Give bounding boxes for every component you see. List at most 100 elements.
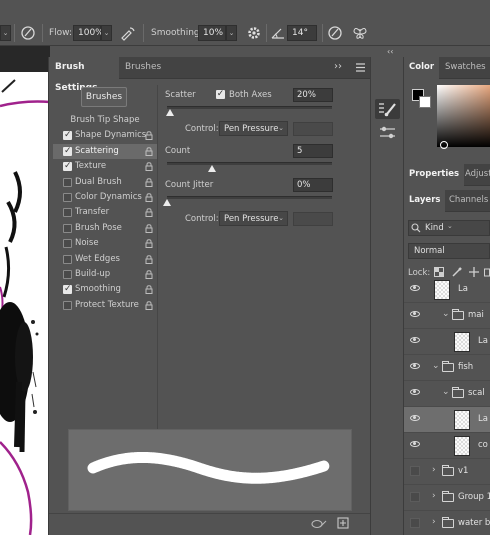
airbrush-icon[interactable] bbox=[120, 25, 136, 41]
eye-icon[interactable] bbox=[410, 441, 420, 447]
count-jitter-value-input[interactable]: 0% bbox=[293, 178, 333, 192]
brush-option-wet-edges[interactable]: Wet Edges bbox=[53, 252, 157, 267]
brush-option-texture[interactable]: Texture bbox=[53, 159, 157, 174]
brush-settings-icon[interactable] bbox=[375, 99, 400, 119]
scatter-slider-thumb[interactable] bbox=[166, 109, 175, 116]
lock-icon[interactable] bbox=[145, 239, 153, 249]
scatter-value-input[interactable]: 20% bbox=[293, 88, 333, 102]
brush-preset-dropdown[interactable]: ⌄ bbox=[0, 25, 11, 41]
tab-channels[interactable]: Channels bbox=[444, 190, 490, 212]
brush-option-checkbox[interactable] bbox=[63, 254, 72, 264]
brush-option-checkbox[interactable] bbox=[63, 144, 72, 159]
chevron-icon[interactable]: › bbox=[432, 465, 436, 475]
brush-option-color-dynamics[interactable]: Color Dynamics bbox=[53, 190, 157, 205]
eye-icon[interactable] bbox=[410, 285, 420, 291]
blend-mode-select[interactable]: Normal bbox=[408, 243, 490, 259]
visibility-toggle[interactable] bbox=[410, 518, 420, 528]
brushes-button[interactable]: Brushes bbox=[81, 87, 127, 107]
gear-icon[interactable] bbox=[246, 25, 262, 41]
lock-icon[interactable] bbox=[145, 147, 153, 156]
brush-option-brush-tip-shape[interactable]: Brush Tip Shape bbox=[53, 113, 157, 128]
brush-option-checkbox[interactable] bbox=[63, 300, 72, 310]
angle-input[interactable]: 14° bbox=[287, 25, 317, 41]
scatter-control-select[interactable]: Pen Pressure ⌄ bbox=[219, 121, 288, 136]
pressure-opacity-icon[interactable] bbox=[20, 25, 36, 41]
brush-option-scattering[interactable]: Scattering bbox=[53, 143, 157, 160]
layer-row[interactable]: co bbox=[404, 433, 490, 459]
scatter-slider-track[interactable] bbox=[167, 106, 332, 109]
tab-color[interactable]: Color bbox=[404, 57, 440, 79]
brush-option-checkbox[interactable] bbox=[63, 128, 72, 143]
background-color-swatch[interactable] bbox=[419, 96, 431, 108]
document-canvas[interactable] bbox=[0, 72, 50, 535]
tab-adjustments[interactable]: Adjust bbox=[460, 164, 490, 186]
tab-properties[interactable]: Properties bbox=[404, 164, 465, 186]
toggle-live-tip-preview-icon[interactable] bbox=[311, 518, 327, 530]
lock-icon[interactable] bbox=[145, 300, 153, 310]
layer-group-row[interactable]: ⌄ mai bbox=[404, 303, 490, 329]
lock-icon[interactable] bbox=[145, 162, 153, 172]
pressure-size-icon[interactable] bbox=[327, 25, 343, 41]
brush-option-smoothing[interactable]: Smoothing bbox=[53, 282, 157, 297]
collapse-dock-icon[interactable]: ‹‹ bbox=[387, 47, 393, 56]
tab-brushes[interactable]: Brushes bbox=[119, 57, 167, 79]
layer-filter-select[interactable]: Kind ⌄ bbox=[408, 220, 490, 236]
lock-icon[interactable] bbox=[145, 254, 153, 264]
visibility-toggle[interactable] bbox=[410, 492, 420, 502]
chevron-icon[interactable]: ⌄ bbox=[432, 361, 440, 371]
color-picker-field[interactable] bbox=[437, 85, 490, 147]
brush-option-checkbox[interactable] bbox=[63, 192, 72, 202]
chevron-icon[interactable]: › bbox=[432, 517, 436, 527]
create-new-brush-icon[interactable] bbox=[337, 517, 349, 529]
brush-option-transfer[interactable]: Transfer bbox=[53, 205, 157, 220]
brush-option-checkbox[interactable] bbox=[63, 239, 72, 249]
brush-option-dual-brush[interactable]: Dual Brush bbox=[53, 175, 157, 190]
brush-option-protect-texture[interactable]: Protect Texture bbox=[53, 298, 157, 313]
layer-row[interactable]: La bbox=[404, 277, 490, 303]
layer-group-row[interactable]: › Group 1 bbox=[404, 485, 490, 511]
brush-option-noise[interactable]: Noise bbox=[53, 236, 157, 251]
count-slider-track[interactable] bbox=[167, 162, 332, 165]
tab-brush-settings[interactable]: Brush Settings bbox=[49, 57, 119, 93]
flow-dropdown[interactable]: ⌄ bbox=[101, 25, 112, 41]
lock-icon[interactable] bbox=[145, 193, 153, 202]
lock-icon[interactable] bbox=[145, 131, 153, 141]
brush-option-shape-dynamics[interactable]: Shape Dynamics bbox=[53, 128, 157, 143]
chevron-icon[interactable]: › bbox=[432, 491, 436, 501]
layer-row[interactable]: La bbox=[404, 329, 490, 355]
flow-input[interactable]: 100% bbox=[73, 25, 104, 41]
chevron-icon[interactable]: ⌄ bbox=[442, 309, 450, 319]
lock-icon[interactable] bbox=[145, 285, 153, 295]
tab-layers[interactable]: Layers bbox=[404, 190, 446, 212]
both-axes-checkbox[interactable]: ✓ bbox=[216, 90, 225, 99]
layer-group-row[interactable]: ⌄ fish bbox=[404, 355, 490, 381]
layer-row[interactable]: La bbox=[404, 407, 490, 433]
brush-option-checkbox[interactable] bbox=[63, 208, 72, 218]
eye-icon[interactable] bbox=[410, 415, 420, 421]
tab-swatches[interactable]: Swatches bbox=[440, 57, 490, 79]
color-picker-cursor[interactable] bbox=[440, 141, 448, 149]
symmetry-butterfly-icon[interactable] bbox=[352, 25, 368, 41]
brush-option-checkbox[interactable] bbox=[63, 159, 72, 174]
layer-group-row[interactable]: › v1 bbox=[404, 459, 490, 485]
count-jitter-slider-thumb[interactable] bbox=[163, 199, 171, 206]
lock-icon[interactable] bbox=[145, 270, 153, 279]
layer-group-row[interactable]: ⌄ scal bbox=[404, 381, 490, 407]
count-slider-thumb[interactable] bbox=[207, 165, 216, 172]
layer-group-row[interactable]: › water b bbox=[404, 511, 490, 535]
smoothing-dropdown[interactable]: ⌄ bbox=[226, 25, 237, 41]
brush-option-build-up[interactable]: Build-up bbox=[53, 267, 157, 282]
brush-option-checkbox[interactable] bbox=[63, 223, 72, 233]
count-jitter-control-select[interactable]: Pen Pressure ⌄ bbox=[219, 211, 288, 226]
lock-icon[interactable] bbox=[145, 208, 153, 218]
eye-icon[interactable] bbox=[410, 389, 420, 395]
eye-icon[interactable] bbox=[410, 311, 420, 317]
brush-option-checkbox[interactable] bbox=[63, 269, 72, 279]
count-value-input[interactable]: 5 bbox=[293, 144, 333, 158]
eye-icon[interactable] bbox=[410, 337, 420, 343]
brush-option-brush-pose[interactable]: Brush Pose bbox=[53, 221, 157, 236]
lock-icon[interactable] bbox=[145, 224, 153, 233]
clone-source-icon[interactable] bbox=[375, 123, 400, 143]
brush-option-checkbox[interactable] bbox=[63, 282, 72, 297]
lock-icon[interactable] bbox=[145, 177, 153, 187]
